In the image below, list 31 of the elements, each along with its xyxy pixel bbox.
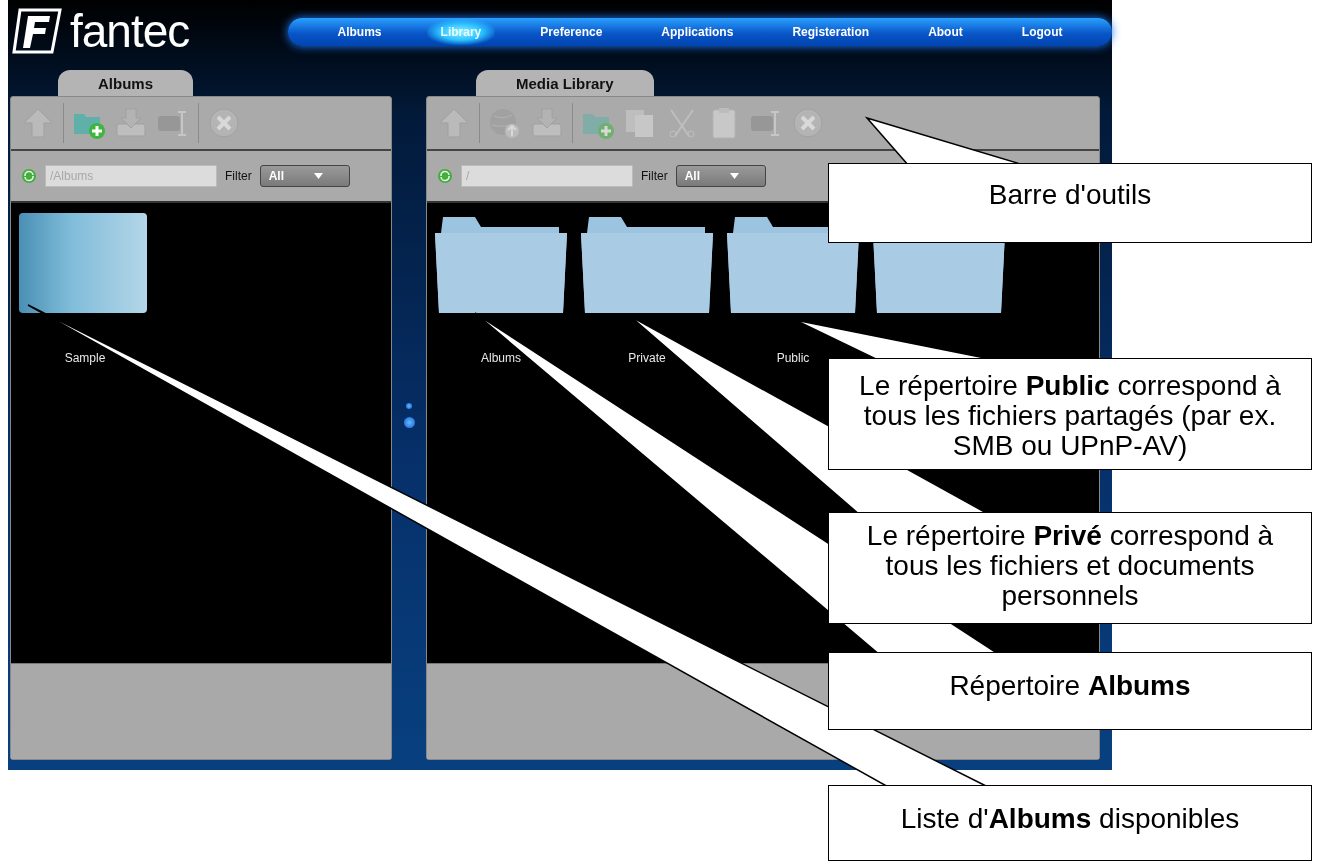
callout-tooltip: Le répertoire Privé correspond à tous les fichiers et documents personnels [828,512,1312,624]
filter-label: Filter [225,169,252,183]
refresh-icon[interactable] [437,168,453,184]
item-label: Sample [64,351,106,365]
nav-tab[interactable]: Albums [323,19,396,45]
logo-icon [12,8,62,54]
item-label: Private [628,351,666,365]
caret-icon [314,173,323,179]
refresh-icon[interactable] [21,168,37,184]
callout-tooltip: Liste d'Albums disponibles [828,785,1312,861]
item-label: Albums [481,351,521,365]
nav-tab[interactable]: Logout [1007,19,1077,45]
item-label: Public [776,351,810,365]
filter-label: Filter [641,169,668,183]
album-thumbnail[interactable] [19,213,147,313]
callout-tooltip: Répertoire Albums [828,652,1312,730]
panel-tab[interactable]: Albums [58,70,193,96]
filter-dropdown[interactable]: All [675,165,766,187]
nav-tab[interactable]: Preference [526,19,617,45]
caret-icon [730,173,739,179]
panel-tab[interactable]: Media Library [476,70,654,96]
filter-dropdown[interactable]: All [259,165,350,187]
logo-text: fantec [70,6,190,56]
close-icon [791,106,825,140]
pager-dot[interactable] [406,402,412,409]
nav-tab[interactable]: Applications [647,19,748,45]
pager-dot[interactable] [403,416,415,428]
nav-tab[interactable]: About [914,19,977,45]
close-icon [207,106,241,140]
globe-icon [488,106,522,140]
nav-tab[interactable]: Registeration [778,19,884,45]
